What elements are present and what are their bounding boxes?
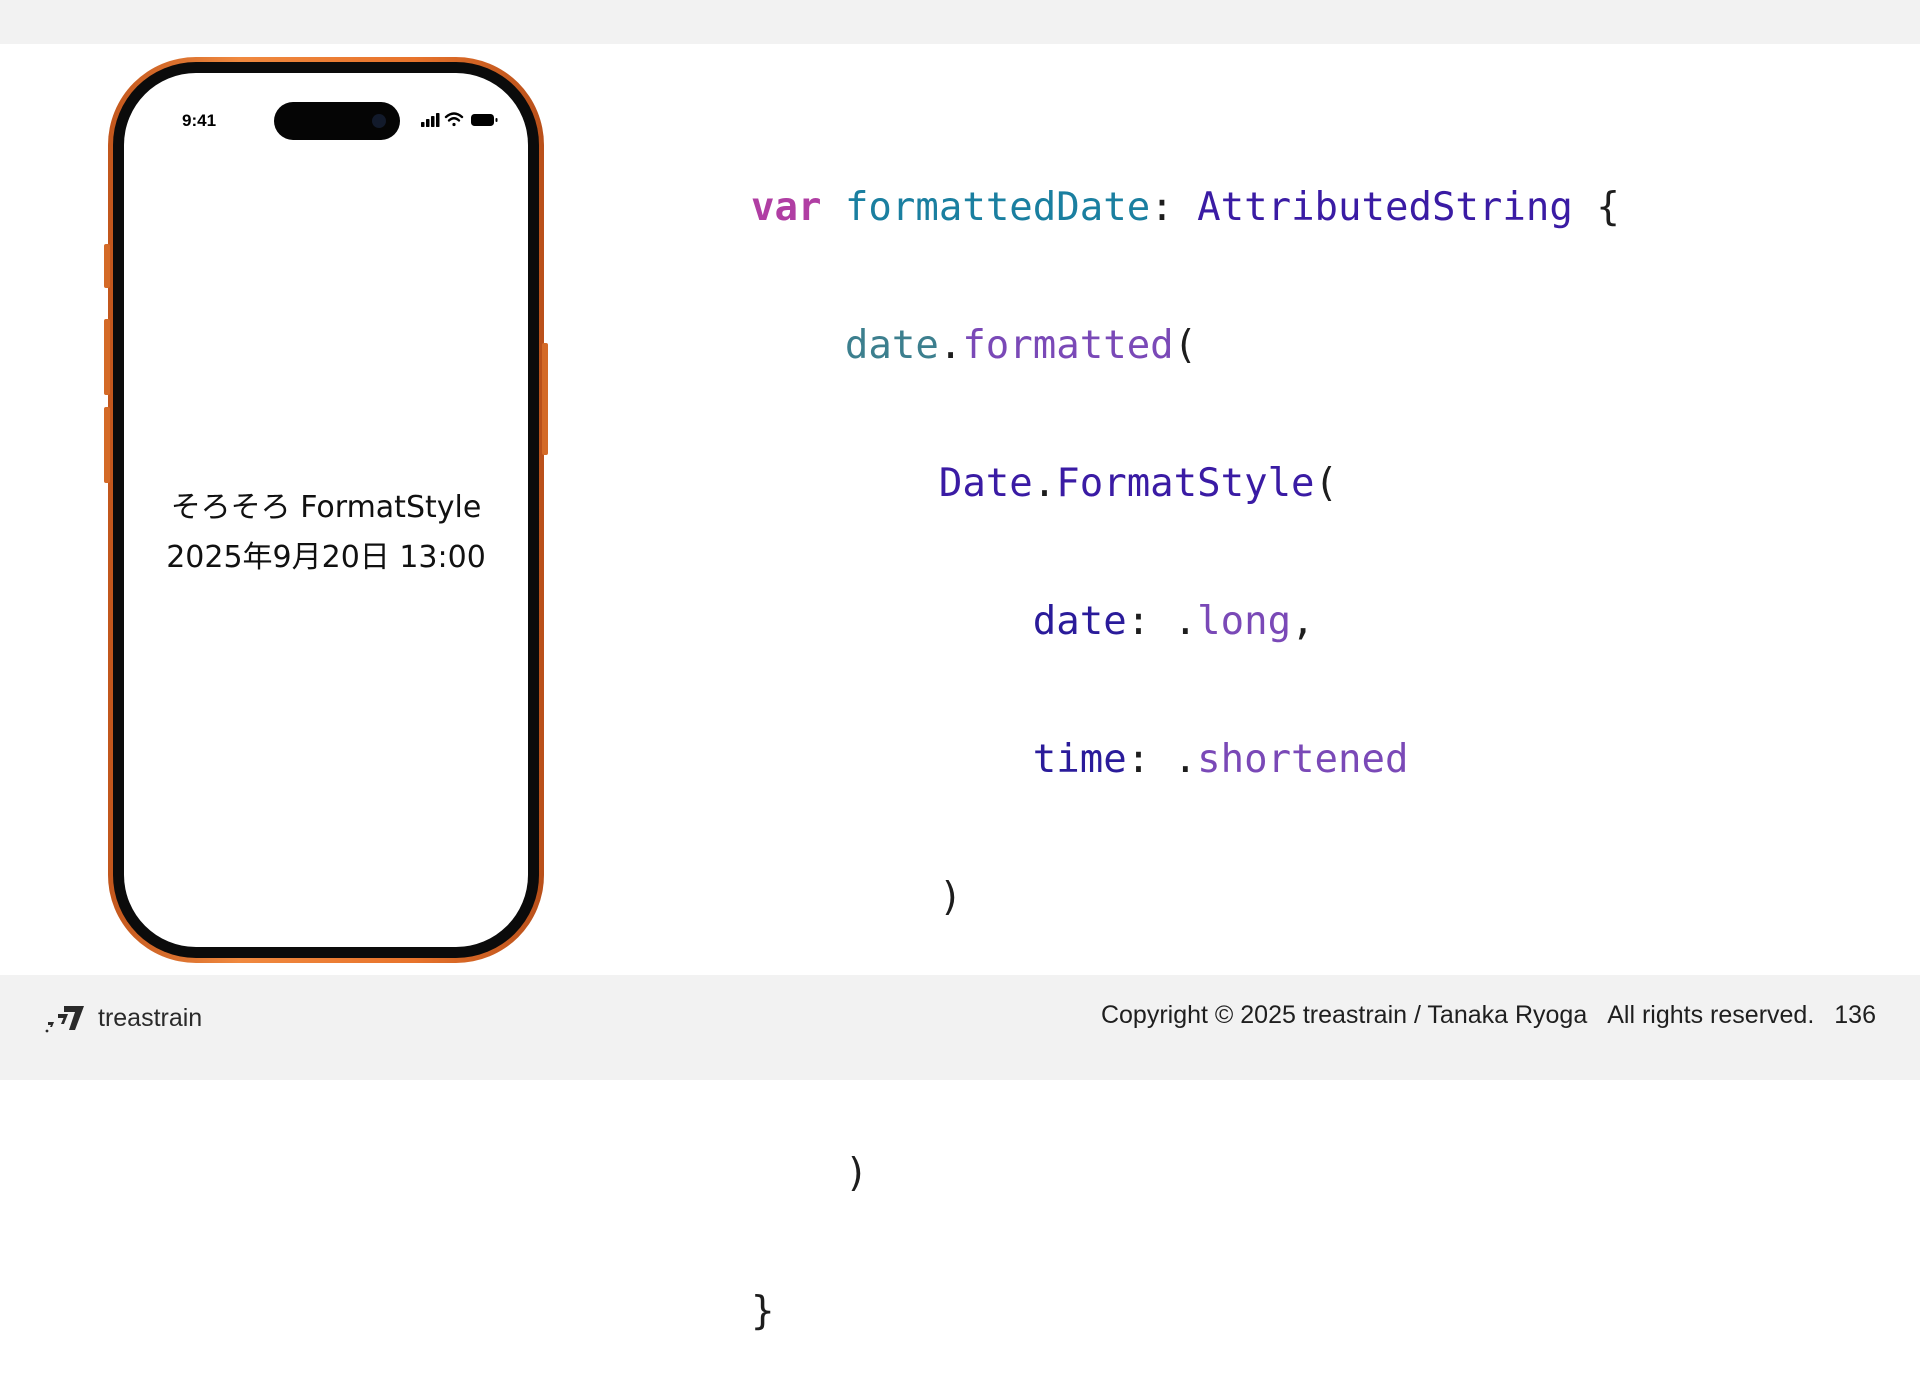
code-block: var formattedDate: AttributedString { da… (751, 93, 1620, 1381)
brand: treastrain (44, 1000, 202, 1036)
method-formatted: formatted (962, 323, 1174, 368)
screen-content: そろそろ FormatStyle 2025年9月20日 13:00 (124, 483, 528, 583)
status-icons (421, 112, 498, 127)
open-paren: ( (1314, 461, 1339, 506)
top-band (0, 0, 1920, 44)
type-formatstyle: FormatStyle (1056, 461, 1315, 506)
rights-text: All rights reserved. (1607, 1001, 1815, 1029)
copyright-text: Copyright © 2025 treastrain / Tanaka Ryo… (1100, 1001, 1588, 1029)
close-paren: ) (938, 875, 963, 920)
wifi-icon (444, 112, 464, 127)
type-name: AttributedString (1197, 185, 1573, 230)
code-line-9: } (751, 1289, 1620, 1335)
battery-icon (471, 114, 498, 126)
page-number: 136 (1834, 1001, 1876, 1029)
colon-dot: : . (1126, 599, 1198, 644)
open-brace: { (1572, 185, 1620, 230)
property-name: formattedDate (844, 185, 1151, 230)
colon-dot: : . (1126, 737, 1198, 782)
code-line-1: var formattedDate: AttributedString { (751, 185, 1620, 231)
phone-screen: 9:41 そろそろ FormatStyle 2025年9月20日 13:00 (124, 73, 528, 947)
open-paren: ( (1173, 323, 1198, 368)
volume-down-button (104, 407, 110, 483)
phone-mockup: 9:41 そろそろ FormatStyle 2025年9月20日 13:00 (104, 57, 548, 963)
close-brace: } (751, 1289, 775, 1334)
colon: : (1150, 185, 1198, 230)
screen-title: そろそろ FormatStyle (170, 490, 482, 525)
dynamic-island (274, 102, 400, 140)
code-line-3: Date.FormatStyle( (751, 461, 1620, 507)
value-shortened: shortened (1197, 737, 1409, 782)
close-paren: ) (844, 1151, 869, 1196)
code-line-8: ) (751, 1151, 1620, 1197)
dot: . (1032, 461, 1057, 506)
brand-name: treastrain (98, 1003, 203, 1032)
dot: . (938, 323, 963, 368)
copyright-notice: Copyright © 2025 treastrain / Tanaka Ryo… (1101, 1001, 1876, 1030)
code-line-2: date.formatted( (751, 323, 1620, 369)
argument-label-time: time (1032, 737, 1127, 782)
code-line-5: time: .shortened (751, 737, 1620, 783)
argument-label-date: date (1032, 599, 1127, 644)
screen-formatted-date: 2025年9月20日 13:00 (166, 540, 486, 575)
cellular-signal-icon (421, 113, 440, 127)
comma: , (1291, 599, 1315, 644)
power-button (542, 343, 548, 455)
treastrain-logo-icon (45, 1006, 84, 1033)
receiver-date: date (844, 323, 939, 368)
keyword-var: var (751, 185, 822, 230)
code-line-6: ) (751, 875, 1620, 921)
action-button (104, 244, 110, 288)
camera-icon (372, 114, 386, 128)
type-date: Date (938, 461, 1033, 506)
phone-bezel: 9:41 そろそろ FormatStyle 2025年9月20日 13:00 (113, 62, 539, 958)
code-line-4: date: .long, (751, 599, 1620, 645)
status-bar-time: 9:41 (182, 111, 217, 130)
value-long: long (1197, 599, 1292, 644)
volume-up-button (104, 319, 110, 395)
